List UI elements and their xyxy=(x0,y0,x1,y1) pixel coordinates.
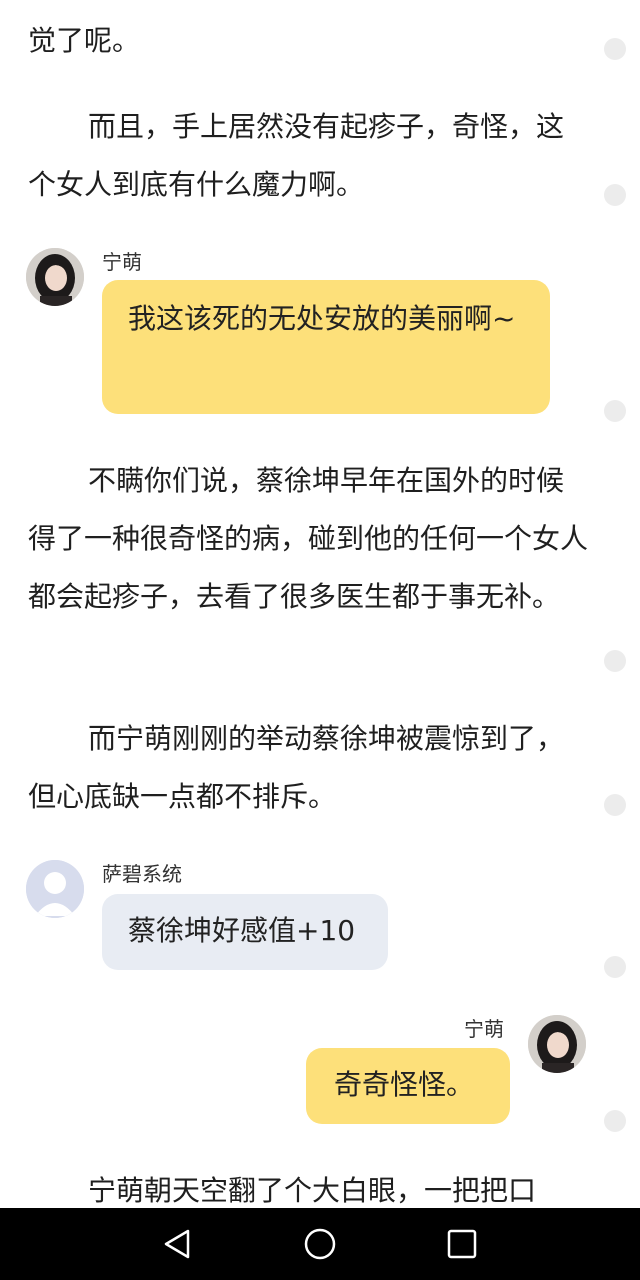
recents-square-icon[interactable] xyxy=(444,1226,480,1262)
story-paragraph: 而且，手上居然没有起疹子，奇怪，这个女人到底有什么魔力啊。 xyxy=(28,110,565,201)
avatar[interactable] xyxy=(26,860,84,918)
girl-avatar-icon xyxy=(26,248,84,306)
navigation-bar xyxy=(0,1208,640,1280)
sender-name: 宁萌 xyxy=(102,250,142,274)
side-dot xyxy=(604,794,626,816)
side-dot xyxy=(604,38,626,60)
chat-bubble: 蔡徐坤好感值+10 xyxy=(102,894,388,970)
avatar[interactable] xyxy=(26,248,84,306)
side-dot xyxy=(604,400,626,422)
sender-name: 宁萌 xyxy=(464,1017,504,1041)
girl-avatar-icon xyxy=(528,1015,586,1073)
story-paragraph: 觉了呢。 xyxy=(28,24,141,57)
story-paragraph: 而宁萌刚刚的举动蔡徐坤被震惊到了，但心底缺一点都不排斥。 xyxy=(28,722,565,813)
side-dot xyxy=(604,1110,626,1132)
story-paragraph: 不瞒你们说，蔡徐坤早年在国外的时候得了一种很奇怪的病，碰到他的任何一个女人都会起… xyxy=(28,464,589,613)
back-triangle-icon[interactable] xyxy=(160,1226,196,1262)
side-dot xyxy=(604,184,626,206)
sender-name: 萨碧系统 xyxy=(102,862,182,886)
chat-bubble: 奇奇怪怪。 xyxy=(306,1048,510,1124)
side-dot xyxy=(604,650,626,672)
avatar[interactable] xyxy=(528,1015,586,1073)
person-placeholder-icon xyxy=(26,860,84,918)
home-circle-icon[interactable] xyxy=(302,1226,338,1262)
side-dot xyxy=(604,956,626,978)
chat-bubble: 我这该死的无处安放的美丽啊~ xyxy=(102,280,550,414)
